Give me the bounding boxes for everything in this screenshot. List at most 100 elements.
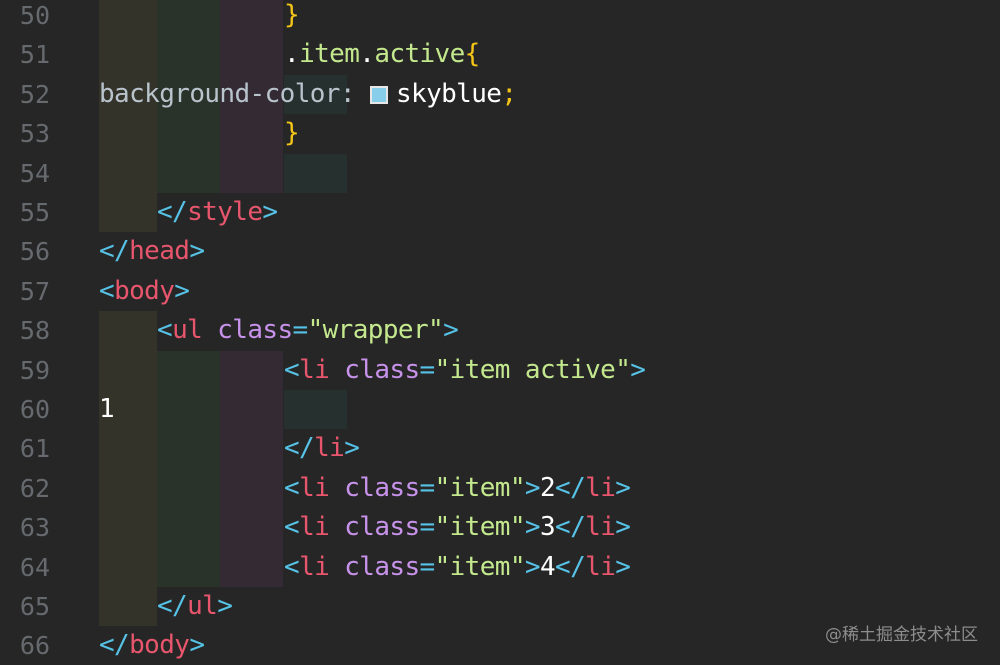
- token: >: [262, 197, 278, 227]
- token: >: [630, 354, 646, 385]
- token: >: [443, 315, 459, 346]
- token: li: [585, 551, 616, 582]
- code-line[interactable]: 63 <li class="item">3</li>: [0, 508, 1000, 547]
- token: body: [114, 275, 175, 306]
- code-text[interactable]: </ul>: [157, 587, 233, 626]
- code-line[interactable]: 61 </li>: [0, 429, 1000, 468]
- line-number: 61: [19, 434, 50, 464]
- code-text[interactable]: <ul class="wrapper">: [157, 311, 459, 350]
- code-text[interactable]: <li class="item">4</li>: [284, 548, 631, 587]
- code-text[interactable]: <body>: [99, 272, 190, 311]
- token: <: [284, 551, 300, 582]
- token: </: [157, 197, 188, 227]
- line-number: 56: [19, 237, 50, 267]
- line-number: 65: [19, 592, 50, 621]
- line-number: 50: [19, 1, 50, 30]
- token: 3: [539, 512, 556, 543]
- token: }: [284, 0, 300, 30]
- token: <: [99, 275, 115, 306]
- token: =: [419, 551, 436, 582]
- token: class: [344, 512, 420, 543]
- line-number: 62: [19, 473, 50, 503]
- token: >: [615, 472, 631, 503]
- token: li: [299, 512, 345, 543]
- code-text[interactable]: </body>: [99, 626, 205, 665]
- line-number: 59: [19, 355, 50, 385]
- code-line[interactable]: 53}: [0, 114, 1000, 153]
- token: >: [615, 551, 631, 582]
- code-line[interactable]: 50}: [0, 0, 1000, 35]
- color-swatch[interactable]: [369, 85, 388, 104]
- token: <: [284, 472, 300, 503]
- line-number: 52: [19, 79, 50, 109]
- code-line[interactable]: 64 <li class="item">4</li>: [0, 548, 1000, 587]
- token: li: [299, 551, 345, 582]
- token: >: [524, 551, 541, 582]
- code-text[interactable]: <li class="item">2</li>: [284, 469, 631, 508]
- token: </: [555, 472, 586, 503]
- token: </: [555, 551, 586, 582]
- code-text[interactable]: </head>: [99, 232, 205, 271]
- code-text[interactable]: 1: [99, 390, 115, 429]
- code-line[interactable]: 57 <body>: [0, 272, 1000, 311]
- code-line[interactable]: 58 <ul class="wrapper">: [0, 311, 1000, 350]
- line-number: 57: [19, 276, 50, 306]
- token: >: [217, 591, 233, 621]
- line-number: 58: [19, 316, 50, 346]
- line-number: 53: [19, 119, 50, 149]
- line-number: 66: [19, 631, 50, 661]
- token: class: [217, 315, 293, 346]
- token: class: [344, 472, 420, 503]
- code-line[interactable]: 62 <li class="item">2</li>: [0, 469, 1000, 508]
- token: >: [524, 512, 541, 543]
- code-line[interactable]: 51 .item.active{: [0, 35, 1000, 74]
- token: <: [284, 512, 300, 543]
- token: ;: [501, 78, 517, 109]
- code-text[interactable]: <li class="item">3</li>: [284, 508, 631, 547]
- token: ul: [172, 315, 218, 346]
- token: =: [419, 354, 436, 385]
- token: <: [284, 354, 300, 385]
- token: "item active": [434, 354, 631, 385]
- code-text[interactable]: .item.active{: [284, 35, 480, 74]
- token: head: [129, 236, 190, 267]
- code-text[interactable]: }: [284, 114, 300, 153]
- token: .: [284, 39, 300, 70]
- code-line[interactable]: 52 background-color: skyblue;: [0, 75, 1000, 114]
- token: >: [344, 433, 360, 464]
- token: body: [129, 630, 190, 661]
- code-line[interactable]: 60 1: [0, 390, 1000, 429]
- code-text[interactable]: </style>: [157, 193, 278, 232]
- token: </: [284, 433, 315, 464]
- token: 2: [539, 472, 556, 503]
- token: item: [299, 39, 360, 70]
- code-text[interactable]: </li>: [284, 429, 360, 468]
- token: </: [99, 236, 130, 267]
- token: .: [359, 39, 375, 70]
- line-number: 63: [19, 513, 50, 543]
- token: "item": [434, 472, 526, 503]
- code-text[interactable]: background-color: skyblue;: [99, 75, 517, 114]
- line-number: 64: [19, 552, 50, 582]
- code-line[interactable]: 59 <li class="item active">: [0, 351, 1000, 390]
- code-line[interactable]: 55 </style>: [0, 193, 1000, 232]
- token: >: [615, 512, 631, 543]
- token: {: [464, 39, 481, 70]
- token: </: [99, 630, 130, 661]
- code-text[interactable]: }: [284, 0, 300, 35]
- token: "wrapper": [307, 315, 444, 346]
- token: ul: [187, 591, 218, 621]
- token: class: [344, 354, 420, 385]
- code-text[interactable]: <li class="item active">: [284, 351, 646, 390]
- code-editor[interactable]: 50} 51 .item.active{52 background-color: sk…: [0, 0, 1000, 665]
- token: skyblue: [395, 78, 502, 109]
- code-line[interactable]: 56 </head>: [0, 232, 1000, 271]
- token: active: [374, 39, 465, 70]
- watermark: @稀土掘金技术社区: [825, 625, 978, 645]
- line-number: 54: [19, 158, 50, 188]
- token: style: [187, 197, 263, 227]
- code-line[interactable]: 54: [0, 154, 1000, 193]
- token: =: [292, 315, 309, 346]
- token: li: [299, 354, 345, 385]
- token: <: [157, 315, 173, 346]
